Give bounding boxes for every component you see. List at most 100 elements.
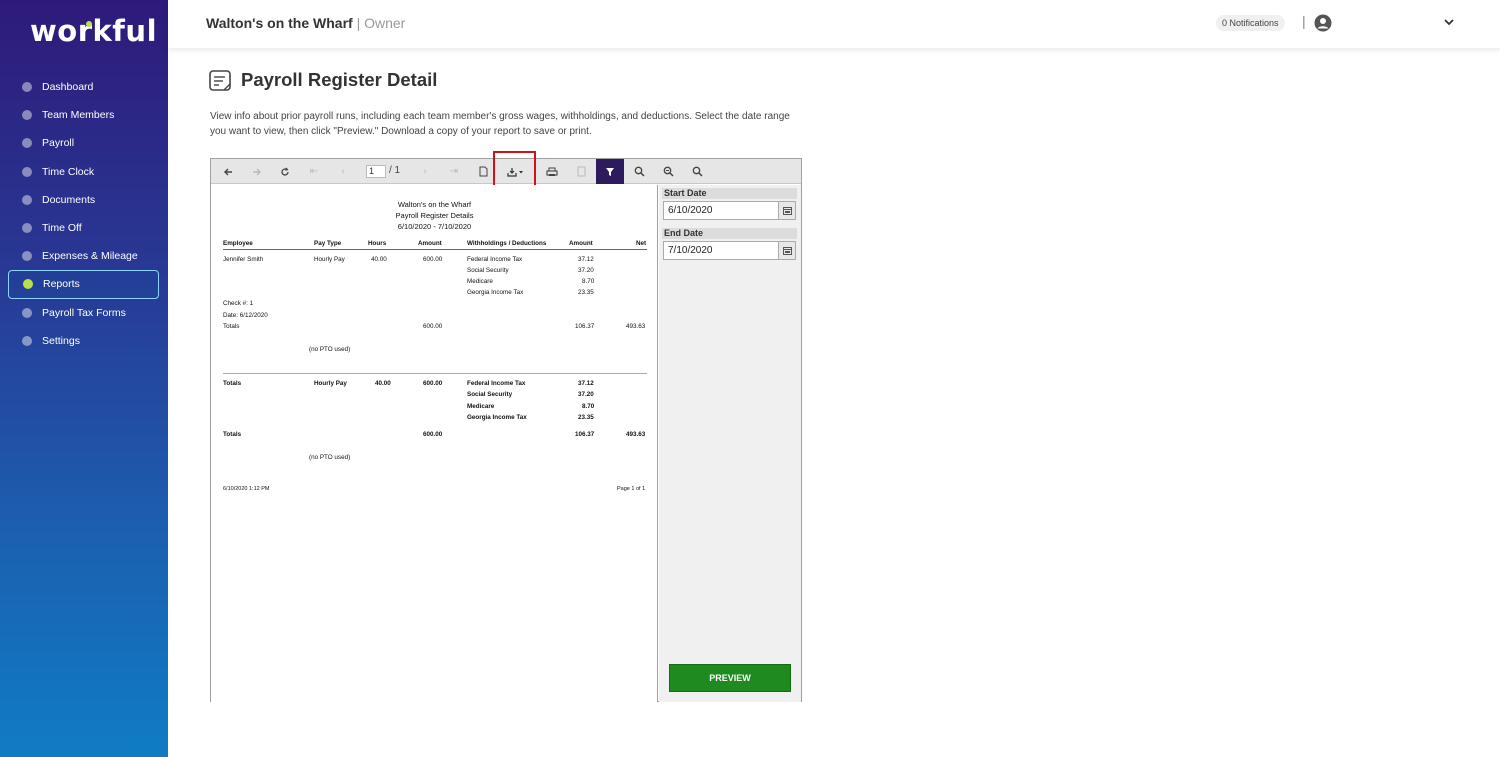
parameters-panel: Start Date 6/10/2020 End Date 7/10/2020 … [659, 185, 801, 702]
dot-icon [22, 194, 32, 205]
withholding-amount: 23.35 [578, 289, 594, 296]
back-icon[interactable] [215, 159, 241, 184]
check-date: Date: 6/12/2020 [223, 312, 268, 319]
sidebar-item-expenses-mileage[interactable]: Expenses & Mileage [8, 242, 159, 270]
dot-icon [22, 335, 32, 346]
sidebar-item-time-clock[interactable]: Time Clock [8, 158, 159, 186]
report-viewer: ⇤ ‹ 1 / 1 › ⇥ Walton's on the Wharf Payr… [210, 151, 802, 702]
grand-totals-row-label: Totals [223, 431, 242, 438]
dot-icon [22, 251, 32, 262]
dot-icon [22, 223, 32, 234]
print-icon[interactable] [539, 159, 565, 184]
grand-withholding-label: Federal Income Tax [467, 380, 526, 387]
first-page-icon[interactable]: ⇤ [301, 159, 327, 184]
report-footer-timestamp: 6/10/2020 1:12 PM [223, 486, 270, 492]
page-total: / 1 [389, 165, 401, 176]
withholding-label: Georgia Income Tax [467, 289, 524, 296]
section-rule [223, 373, 647, 374]
end-date-label: End Date [662, 228, 797, 239]
grand-withholding-label: Social Security [467, 391, 513, 398]
calendar-icon[interactable] [779, 201, 796, 220]
withholding-label: Social Security [467, 267, 509, 274]
employee-totals-amount: 600.00 [423, 323, 443, 330]
withholding-amount: 37.12 [578, 256, 594, 263]
dot-icon [22, 138, 32, 149]
company-name: Walton's on the Wharf | Owner [206, 15, 405, 31]
employee-totals-net: 493.63 [626, 323, 646, 330]
forward-icon[interactable] [244, 159, 270, 184]
sidebar-item-label: Time Clock [42, 165, 95, 178]
dot-icon [22, 166, 32, 177]
sidebar-item-label: Payroll Tax Forms [42, 306, 126, 319]
report-company: Walton's on the Wharf [397, 200, 472, 209]
end-date-input[interactable]: 7/10/2020 [663, 241, 779, 260]
report-icon [209, 70, 231, 91]
sidebar-item-payroll-tax-forms[interactable]: Payroll Tax Forms [8, 299, 159, 327]
prev-page-icon[interactable]: ‹ [330, 159, 356, 184]
next-page-icon[interactable]: › [412, 159, 438, 184]
print-layout-icon[interactable] [568, 159, 594, 184]
employee-totals-withholding: 106.37 [575, 323, 595, 330]
grand-totals-label: Totals [223, 380, 242, 387]
dot-icon [22, 110, 32, 121]
report-title: Payroll Register Details [395, 211, 474, 220]
check-number: Check #: 1 [223, 300, 254, 307]
col-header-employee: Employee [223, 240, 253, 247]
col-header-pay-type: Pay Type [314, 240, 342, 247]
page-description: View info about prior payroll runs, incl… [210, 111, 790, 137]
sidebar-item-payroll[interactable]: Payroll [8, 129, 159, 157]
page-title: Payroll Register Detail [241, 69, 438, 90]
grand-totals-net: 493.63 [626, 431, 646, 438]
preview-button[interactable]: PREVIEW [669, 664, 791, 692]
report-footer-page: Page 1 of 1 [617, 486, 646, 492]
zoom-in-icon[interactable] [626, 159, 652, 184]
dot-icon [22, 307, 32, 318]
top-header: Walton's on the Wharf | Owner 0 Notifica… [168, 0, 1500, 48]
sidebar-item-team-members[interactable]: Team Members [8, 101, 159, 129]
grand-hours: 40.00 [375, 380, 391, 387]
sidebar-item-dashboard[interactable]: Dashboard [8, 73, 159, 101]
grand-withholding-label: Medicare [467, 403, 495, 410]
sidebar-item-settings[interactable]: Settings [8, 327, 159, 355]
withholding-label: Federal Income Tax [467, 256, 523, 263]
withholding-amount: 37.20 [578, 267, 594, 274]
sidebar-item-time-off[interactable]: Time Off [8, 214, 159, 242]
zoom-out-icon[interactable] [655, 159, 681, 184]
chevron-down-icon[interactable] [1443, 16, 1455, 28]
sidebar-item-documents[interactable]: Documents [8, 186, 159, 214]
employee-hours: 40.00 [371, 256, 387, 263]
grand-withholding-amount: 23.35 [578, 414, 594, 421]
sidebar-item-label: Payroll [42, 137, 75, 150]
sidebar-item-label: Expenses & Mileage [42, 250, 138, 263]
calendar-icon[interactable] [779, 241, 796, 260]
refresh-icon[interactable] [272, 159, 298, 184]
sidebar-item-label: Reports [43, 278, 80, 291]
employee-name: Jennifer Smith [223, 256, 264, 263]
sidebar: workful Dashboard Team Members Payroll T… [0, 0, 168, 757]
dot-icon [23, 279, 33, 290]
grand-pay-type: Hourly Pay [314, 380, 347, 387]
search-icon[interactable] [684, 159, 710, 184]
col-header-amount: Amount [418, 240, 442, 247]
col-header-net: Net [636, 240, 647, 247]
grand-withholding-label: Georgia Income Tax [467, 414, 527, 421]
last-page-icon[interactable]: ⇥ [441, 159, 467, 184]
filter-icon[interactable] [596, 159, 624, 184]
grand-amount: 600.00 [423, 380, 443, 387]
grand-totals-withholding: 106.37 [575, 431, 595, 438]
company-label: Walton's on the Wharf [206, 15, 353, 31]
start-date-input[interactable]: 6/10/2020 [663, 201, 779, 220]
sidebar-item-reports[interactable]: Reports [8, 270, 159, 299]
grand-withholding-amount: 8.70 [582, 403, 595, 410]
employee-pto-note: (no PTO used) [309, 346, 351, 353]
user-avatar-icon[interactable] [1314, 14, 1332, 32]
sidebar-item-label: Team Members [42, 109, 115, 122]
sidebar-item-label: Dashboard [42, 81, 94, 94]
header-rule [223, 249, 647, 250]
notifications-badge[interactable]: 0 Notifications [1216, 15, 1285, 31]
workful-logo[interactable]: workful [30, 14, 157, 48]
sidebar-item-label: Documents [42, 193, 96, 206]
employee-totals-label: Totals [223, 323, 240, 330]
employee-amount: 600.00 [423, 256, 443, 263]
page-number-input[interactable]: 1 [366, 165, 386, 178]
